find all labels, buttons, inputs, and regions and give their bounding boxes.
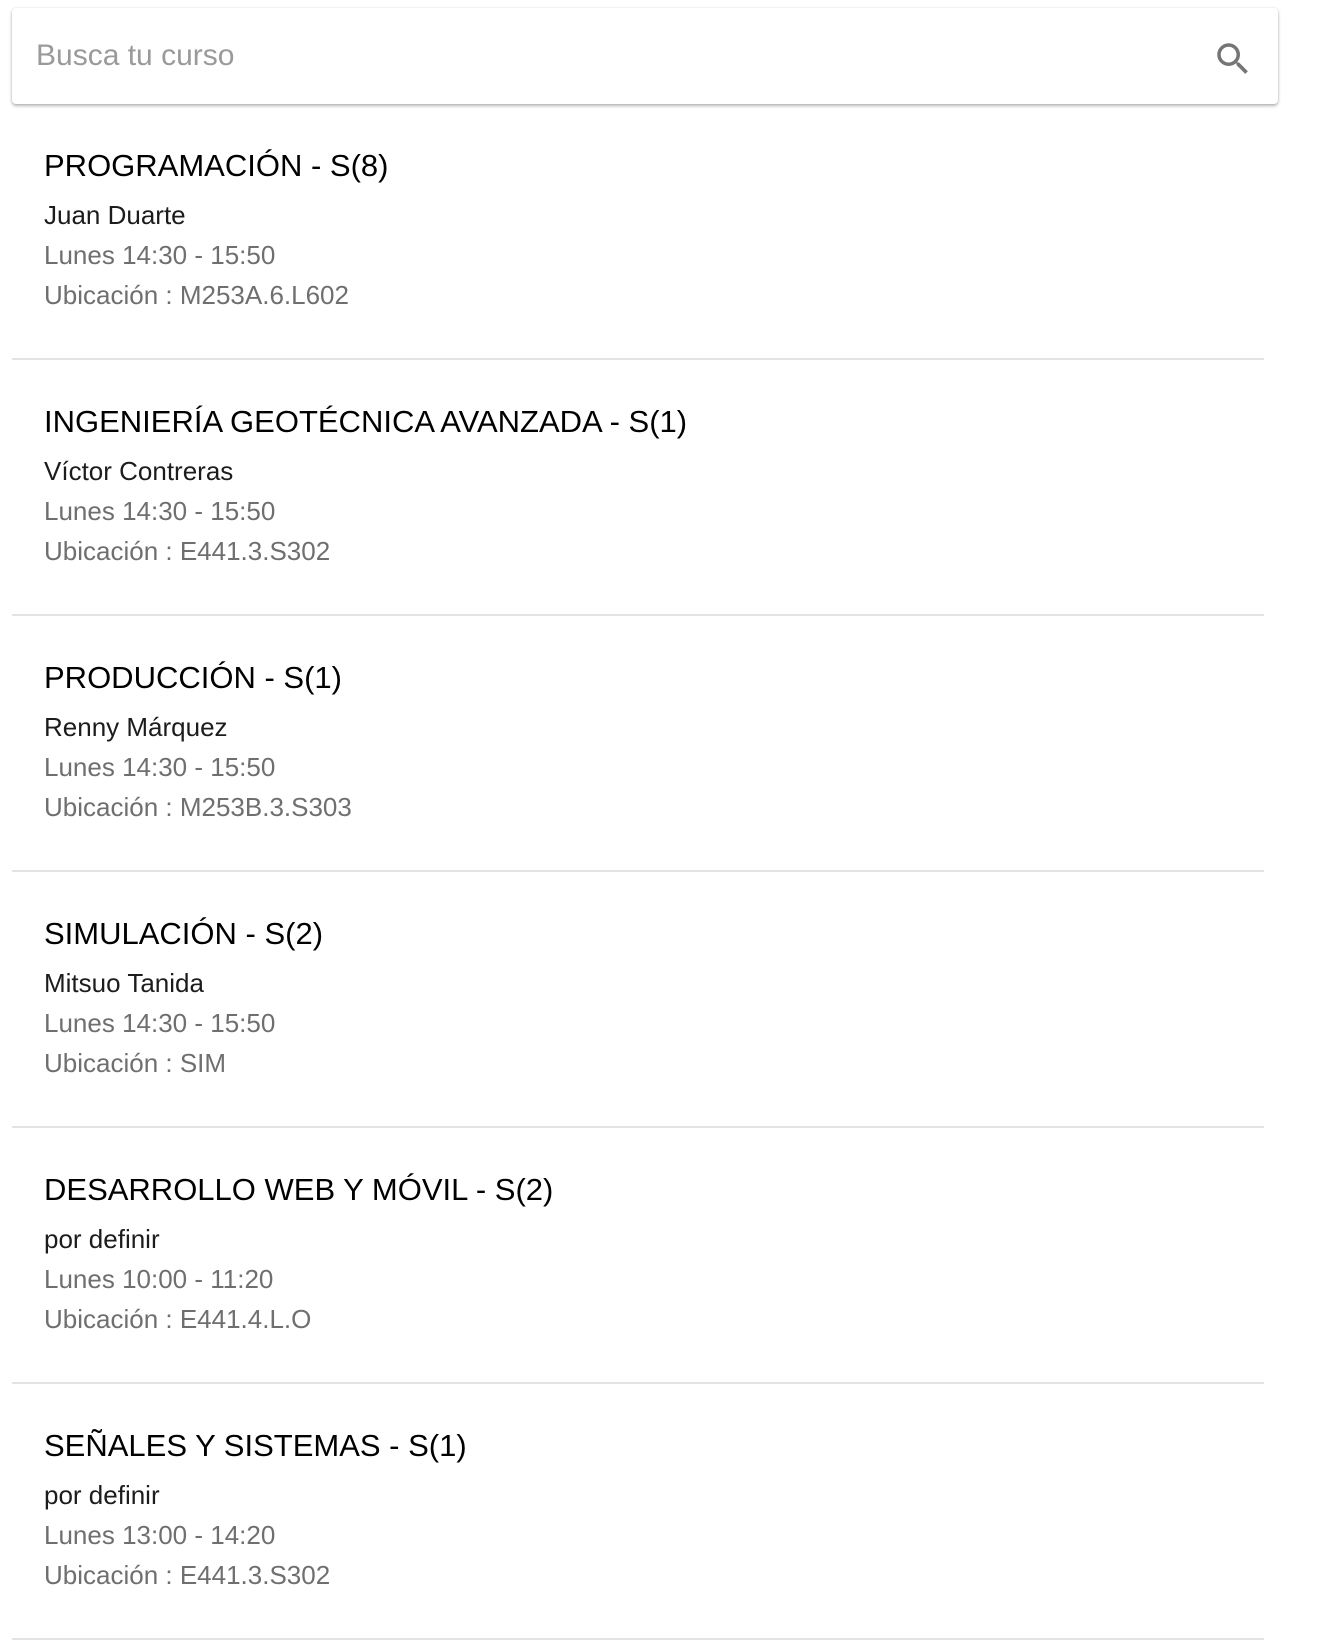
course-title: SIMULACIÓN - S(2) — [44, 916, 324, 951]
course-list-item[interactable]: SIMULACIÓN - S(2) Mitsuo Tanida Lunes 14… — [12, 872, 1264, 1128]
course-location: Ubicación : SIM — [44, 1048, 227, 1078]
course-teacher: Mitsuo Tanida — [44, 968, 204, 998]
course-title: DESARROLLO WEB Y MÓVIL - S(2) — [44, 1172, 554, 1207]
course-title: INGENIERÍA GEOTÉCNICA AVANZADA - S(1) — [44, 404, 688, 439]
course-teacher: Juan Duarte — [44, 200, 186, 230]
course-location: Ubicación : E441.3.S302 — [44, 1560, 331, 1590]
course-list-item[interactable]: INGENIERÍA GEOTÉCNICA AVANZADA - S(1) Ví… — [12, 360, 1264, 616]
course-schedule: Lunes 14:30 - 15:50 — [44, 1008, 276, 1038]
course-schedule: Lunes 10:00 - 11:20 — [44, 1264, 274, 1294]
course-location: Ubicación : E441.4.L.O — [44, 1304, 312, 1334]
course-schedule: Lunes 13:00 - 14:20 — [44, 1520, 276, 1550]
course-title: PROGRAMACIÓN - S(8) — [44, 148, 389, 183]
course-schedule: Lunes 14:30 - 15:50 — [44, 240, 276, 270]
course-teacher: Renny Márquez — [44, 712, 228, 742]
course-teacher: por definir — [44, 1480, 160, 1510]
course-schedule: Lunes 14:30 - 15:50 — [44, 752, 276, 782]
course-title: PRODUCCIÓN - S(1) — [44, 660, 342, 695]
course-list-item[interactable]: PRODUCCIÓN - S(1) Renny Márquez Lunes 14… — [12, 616, 1264, 872]
course-location: Ubicación : E441.3.S302 — [44, 536, 331, 566]
course-location: Ubicación : M253B.3.S303 — [44, 792, 352, 822]
course-teacher: por definir — [44, 1224, 160, 1254]
course-schedule: Lunes 14:30 - 15:50 — [44, 496, 276, 526]
course-teacher: Víctor Contreras — [44, 456, 234, 486]
course-title: SEÑALES Y SISTEMAS - S(1) — [44, 1428, 467, 1463]
course-list: PROGRAMACIÓN - S(8) Juan Duarte Lunes 14… — [12, 104, 1264, 1640]
course-list-item[interactable]: PROGRAMACIÓN - S(8) Juan Duarte Lunes 14… — [12, 104, 1264, 360]
search-bar — [12, 8, 1278, 104]
search-icon[interactable] — [1212, 38, 1254, 80]
course-list-item[interactable]: SEÑALES Y SISTEMAS - S(1) por definir Lu… — [12, 1384, 1264, 1640]
search-input[interactable] — [36, 32, 1156, 80]
course-location: Ubicación : M253A.6.L602 — [44, 280, 349, 310]
course-list-item[interactable]: DESARROLLO WEB Y MÓVIL - S(2) por defini… — [12, 1128, 1264, 1384]
